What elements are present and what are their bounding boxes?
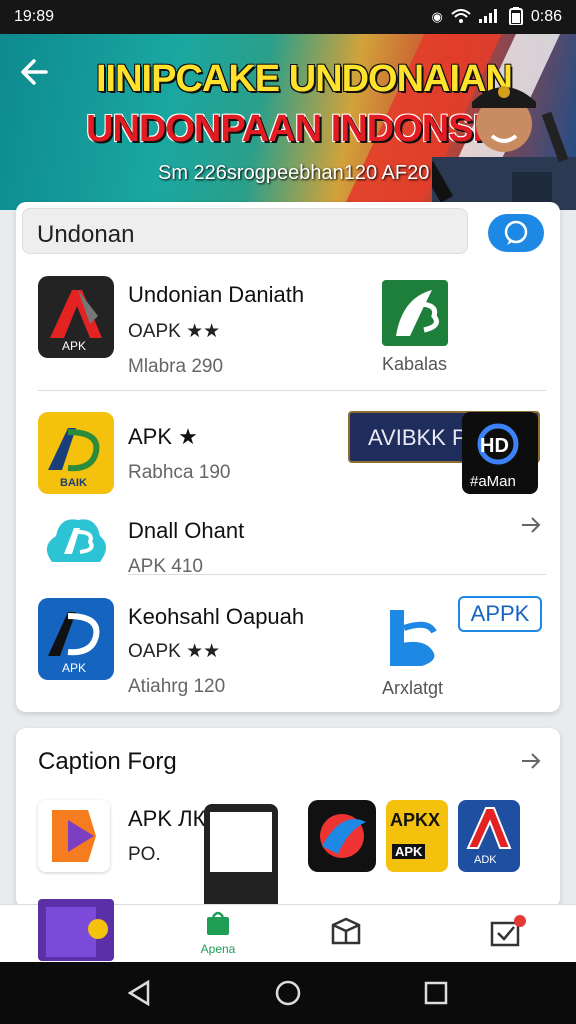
chat-bubble-icon bbox=[504, 220, 528, 245]
search-input[interactable]: Undonan bbox=[22, 208, 468, 254]
app-icon-blue: APK bbox=[38, 598, 114, 680]
b-letter-icon bbox=[390, 610, 437, 666]
back-button[interactable] bbox=[18, 56, 56, 94]
section-item-name: APK ЛК bbox=[128, 806, 206, 831]
b-gradient-icon bbox=[52, 810, 96, 862]
status-time: 19:89 bbox=[14, 8, 55, 25]
app-icon-cloud bbox=[38, 506, 114, 588]
shopping-bag-icon bbox=[207, 911, 229, 935]
nav-back-button[interactable] bbox=[124, 978, 154, 1008]
app-name: Keohsahl Oapuah bbox=[128, 604, 305, 629]
chevron-right-icon[interactable] bbox=[520, 748, 542, 779]
triangle-back-icon bbox=[127, 979, 150, 1007]
section-app-icon[interactable] bbox=[38, 800, 110, 872]
leaf-b-icon bbox=[396, 290, 439, 336]
app-icon-ab: BAIK bbox=[38, 412, 114, 494]
nav-recents-button[interactable] bbox=[421, 978, 451, 1008]
status-bar: 19:89 ◉ 0:86 bbox=[0, 0, 576, 34]
list-item[interactable]: APK Undonian Daniath OAPK ★★ Mlabra 290 … bbox=[16, 270, 560, 390]
hd-logo-icon: HD #aMan bbox=[470, 423, 519, 490]
nav-home-button[interactable] bbox=[273, 978, 303, 1008]
back-arrow-icon bbox=[21, 59, 48, 85]
divider bbox=[128, 574, 546, 575]
nav-apps-label: Apena bbox=[200, 942, 236, 956]
thumb-apkx-label: APKX bbox=[390, 810, 441, 830]
thumb-apk-label: APK bbox=[392, 844, 426, 859]
thumb-apkx[interactable]: APKX APK bbox=[386, 800, 448, 872]
app-logo-blue-b[interactable] bbox=[382, 606, 448, 668]
check-shield-icon bbox=[490, 915, 526, 947]
app-list-card: Undonan APK Undonian Daniath OAPK ★★ Mla… bbox=[16, 202, 560, 712]
signal-icon bbox=[478, 8, 501, 26]
bottom-navigation: Apena bbox=[0, 899, 576, 962]
app-icon-ab-label: BAIK bbox=[60, 477, 87, 489]
section-item-sub: PO. bbox=[128, 844, 161, 865]
system-navigation-bar bbox=[0, 962, 576, 1024]
red-a-icon bbox=[466, 807, 512, 849]
officer-illustration bbox=[432, 86, 576, 210]
hero-subtitle: Sm 226srogpeebhan120 AF20 bbox=[158, 162, 430, 184]
app-icon-a-label: APK bbox=[62, 339, 86, 353]
app-side-label: Kabalas bbox=[382, 354, 448, 374]
apk-pill-button[interactable]: APPK bbox=[458, 596, 542, 632]
hd-badge-label: #aMan bbox=[470, 473, 516, 490]
box-icon bbox=[331, 917, 361, 945]
app-size: Mlabra 290 bbox=[128, 356, 224, 377]
hd-badge[interactable]: HD #aMan bbox=[462, 412, 538, 494]
app-rating: OAPK ★★ bbox=[128, 641, 221, 662]
thumb-red-a[interactable]: ADK bbox=[458, 800, 520, 872]
divider bbox=[38, 390, 546, 391]
app-size: Atiahrg 120 bbox=[128, 676, 226, 697]
status-right-time: 0:86 bbox=[530, 8, 562, 25]
app-logo-green[interactable] bbox=[382, 280, 448, 346]
thumb-blue-swirl[interactable] bbox=[308, 800, 376, 872]
status-icons: ◉ 0:86 bbox=[431, 6, 562, 28]
app-name: Dnall Ohant bbox=[128, 518, 245, 543]
nav-apps-tab[interactable]: Apena bbox=[168, 909, 268, 961]
section-card: Caption Forg APK ЛК PO. APKX APK ADK bbox=[16, 728, 560, 908]
phone-mockup-image bbox=[204, 804, 278, 908]
swirl-icon bbox=[320, 814, 366, 858]
app-rating: OAPK ★★ bbox=[128, 321, 221, 342]
nav-box-tab[interactable] bbox=[296, 909, 396, 961]
wifi-icon bbox=[451, 8, 471, 26]
app-icon-blue-label: APK bbox=[62, 661, 86, 675]
thumb-adk-label: ADK bbox=[474, 854, 497, 866]
battery-icon bbox=[508, 6, 523, 28]
nav-promo-image[interactable] bbox=[38, 899, 114, 961]
app-name: Undonian Daniath bbox=[128, 282, 305, 307]
app-name: APK ★ bbox=[128, 424, 198, 449]
square-recents-icon bbox=[424, 981, 448, 1005]
promo-box-icon bbox=[46, 907, 108, 957]
app-icon-a: APK bbox=[38, 276, 114, 358]
list-item[interactable]: Dnall Ohant APK 410 bbox=[16, 500, 560, 588]
location-icon: ◉ bbox=[431, 9, 443, 24]
app-size: Rabhca 190 bbox=[128, 462, 231, 483]
circle-home-icon bbox=[275, 980, 301, 1006]
nav-updates-tab[interactable] bbox=[456, 909, 556, 961]
svg-text:HD: HD bbox=[480, 435, 509, 457]
section-title: Caption Forg bbox=[38, 748, 177, 775]
chat-button[interactable] bbox=[488, 214, 544, 252]
chevron-right-icon[interactable] bbox=[520, 512, 542, 543]
app-side-label: Arxlatgt bbox=[382, 678, 444, 698]
hero-banner: IINIPCAKE UNDONAIAN UNDONPAAN INDONSIIA … bbox=[0, 34, 576, 210]
